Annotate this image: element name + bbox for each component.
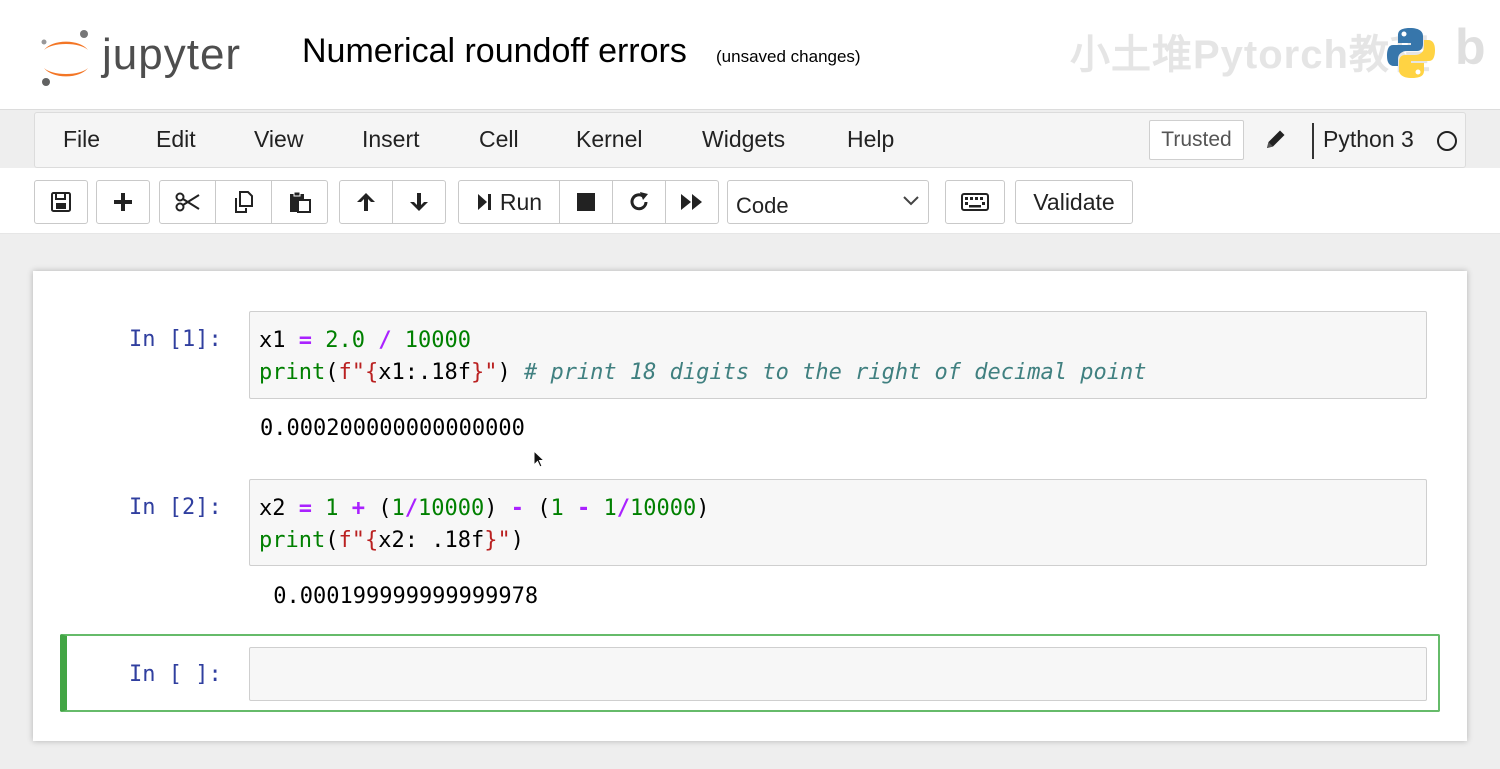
cell-3-input[interactable]: [249, 647, 1427, 701]
pencil-icon[interactable]: [1264, 127, 1288, 151]
run-button-label: Run: [499, 188, 543, 215]
paste-icon: [289, 191, 311, 213]
cell-2-prompt: In [2]:: [129, 495, 222, 520]
python-logo-icon: [1387, 28, 1435, 78]
command-palette-button[interactable]: [945, 180, 1005, 224]
kernel-separator: [1312, 123, 1314, 159]
cell-2-code-line-2: print(f"{x2: .18f}"): [259, 528, 524, 553]
kernel-name[interactable]: Python 3: [1323, 126, 1414, 153]
menu-kernel[interactable]: Kernel: [576, 126, 642, 153]
insert-cell-button[interactable]: [96, 180, 150, 224]
save-icon: [51, 192, 71, 212]
toolbar-group-shortcuts: [945, 180, 1005, 224]
menu-cell[interactable]: Cell: [479, 126, 519, 153]
cell-type-select[interactable]: Code: [727, 180, 929, 224]
jupyter-logo[interactable]: jupyter: [38, 26, 278, 90]
plus-icon: [114, 193, 132, 211]
move-up-button[interactable]: [339, 180, 393, 224]
kernel-status-icon: [1437, 131, 1457, 151]
cell-1-code-line-1: x1 = 2.0 / 10000: [259, 328, 471, 353]
cell-1-output: 0.000200000000000000: [260, 416, 525, 441]
arrow-up-icon: [357, 193, 375, 211]
copy-icon: [234, 191, 253, 213]
cell-1-code-line-2: print(f"{x1:.18f}") # print 18 digits to…: [259, 360, 1147, 385]
menu-insert[interactable]: Insert: [362, 126, 420, 153]
stop-icon: [577, 193, 595, 211]
menu-widgets[interactable]: Widgets: [702, 126, 785, 153]
notebook-header: jupyter Numerical roundoff errors (unsav…: [0, 0, 1500, 110]
menu-file[interactable]: File: [63, 126, 100, 153]
chevron-down-icon: [903, 196, 919, 206]
toolbar: Run Code Validate: [0, 168, 1500, 234]
restart-kernel-button[interactable]: [612, 180, 666, 224]
menu-help[interactable]: Help: [847, 126, 894, 153]
cell-1-input[interactable]: x1 = 2.0 / 10000 print(f"{x1:.18f}") # p…: [249, 311, 1427, 399]
toolbar-group-insert: [96, 180, 150, 224]
menu-view[interactable]: View: [254, 126, 303, 153]
trusted-indicator[interactable]: Trusted: [1149, 120, 1244, 160]
fast-forward-icon: [681, 194, 702, 210]
step-forward-icon: [477, 194, 491, 210]
validate-button[interactable]: Validate: [1015, 180, 1133, 224]
notebook-container: In [1]: x1 = 2.0 / 10000 print(f"{x1:.18…: [33, 271, 1467, 741]
toolbar-group-validate: Validate: [1015, 180, 1133, 224]
bilibili-watermark: b: [1455, 19, 1486, 75]
run-button[interactable]: Run: [458, 180, 560, 224]
copy-button[interactable]: [215, 180, 272, 224]
interrupt-kernel-button[interactable]: [559, 180, 613, 224]
video-watermark: 小土堆Pytorch教程: [1070, 33, 1431, 77]
toolbar-group-edit: [159, 180, 328, 224]
cell-type-value: Code: [736, 193, 789, 218]
jupyter-logo-icon: [41, 30, 88, 86]
arrow-down-icon: [410, 193, 428, 211]
save-status: (unsaved changes): [716, 47, 861, 66]
paste-button[interactable]: [271, 180, 328, 224]
keyboard-icon: [961, 193, 989, 211]
notebook-title[interactable]: Numerical roundoff errors: [302, 32, 687, 71]
toolbar-group-move: [339, 180, 446, 224]
cell-2-input[interactable]: x2 = 1 + (1/10000) - (1 - 1/10000) print…: [249, 479, 1427, 566]
toolbar-group-run: Run: [458, 180, 719, 224]
menubar: File Edit View Insert Cell Kernel Widget…: [34, 112, 1466, 168]
cell-3-prompt: In [ ]:: [129, 662, 222, 687]
scissors-icon: [175, 192, 200, 212]
save-button[interactable]: [34, 180, 88, 224]
cut-button[interactable]: [159, 180, 216, 224]
mouse-cursor-icon: [533, 450, 546, 468]
cell-2-code-line-1: x2 = 1 + (1/10000) - (1 - 1/10000): [259, 496, 710, 521]
restart-run-all-button[interactable]: [665, 180, 719, 224]
jupyter-logo-text: jupyter: [102, 30, 242, 79]
menu-edit[interactable]: Edit: [156, 126, 196, 153]
restart-icon: [630, 192, 648, 211]
cell-2-output: 0.000199999999999978: [260, 584, 539, 609]
toolbar-group-save: [34, 180, 88, 224]
move-down-button[interactable]: [392, 180, 446, 224]
cell-1-prompt: In [1]:: [129, 327, 222, 352]
